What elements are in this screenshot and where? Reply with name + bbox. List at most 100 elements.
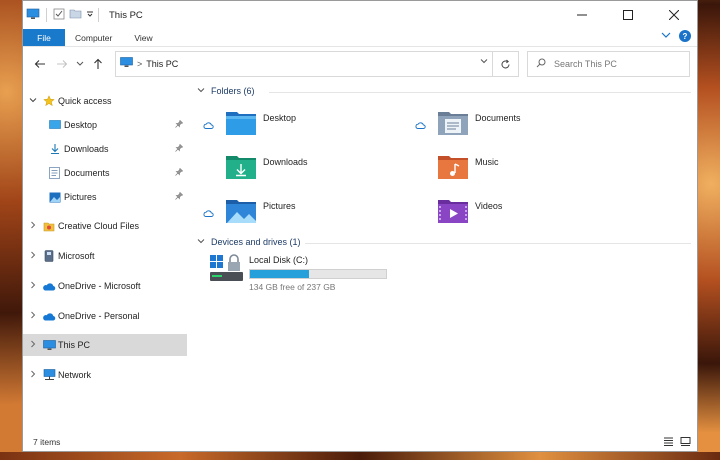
sidebar-item-pictures[interactable]: Pictures	[23, 186, 187, 208]
folder-label: Videos	[475, 201, 503, 211]
sidebar-item-this-pc[interactable]: This PC	[23, 334, 187, 356]
folder-label: Music	[475, 157, 499, 167]
pin-icon	[175, 119, 184, 130]
ribbon-right-controls: ?	[661, 30, 691, 42]
sidebar-item-label: Pictures	[64, 192, 97, 202]
new-folder-icon[interactable]	[69, 8, 82, 22]
folder-tile[interactable]: Desktop	[203, 109, 403, 143]
sidebar-item-label: Documents	[64, 168, 110, 178]
drive-usage-fill	[250, 270, 310, 278]
drive-tile[interactable]: Local Disk (C:) 134 GB free of 237 GB	[209, 253, 409, 293]
breadcrumb-separator[interactable]: >	[137, 59, 142, 69]
minimize-button[interactable]	[559, 1, 605, 29]
desktop-wallpaper-right	[698, 0, 720, 460]
sidebar-item-network[interactable]: Network	[23, 364, 187, 386]
navigation-pane: Quick access Desktop Downloads Documents…	[23, 81, 189, 433]
ribbon-tabs: File Computer View ?	[23, 29, 697, 47]
up-button[interactable]	[87, 53, 109, 75]
sidebar-item-quick-access[interactable]: Quick access	[23, 90, 187, 112]
address-history-dropdown[interactable]	[480, 57, 488, 68]
breadcrumb-this-pc[interactable]: This PC	[146, 59, 178, 69]
sidebar-item-label: Network	[58, 370, 92, 380]
desktop-wallpaper-bottom	[0, 452, 720, 460]
chevron-right-icon[interactable]	[29, 370, 37, 380]
sidebar-item-creative-cloud[interactable]: Creative Cloud Files	[23, 215, 187, 237]
computer-icon	[43, 339, 56, 351]
refresh-button[interactable]	[493, 51, 519, 77]
sidebar-item-documents[interactable]: Documents	[23, 162, 187, 184]
customize-toolbar-icon[interactable]	[86, 9, 94, 22]
sidebar-item-label: This PC	[58, 340, 91, 350]
large-icons-view-icon[interactable]	[680, 436, 691, 449]
star-icon	[43, 95, 55, 107]
drives-group-header[interactable]: Devices and drives (1)	[197, 237, 301, 247]
tab-view[interactable]: View	[123, 29, 163, 46]
forward-button[interactable]	[51, 53, 73, 75]
close-button[interactable]	[651, 1, 697, 29]
group-divider	[269, 92, 691, 93]
music-folder-icon	[437, 153, 469, 184]
sidebar-item-desktop[interactable]: Desktop	[23, 114, 187, 136]
toolbar-separator	[46, 8, 47, 22]
folder-tile[interactable]: Videos	[415, 197, 615, 231]
cloud-sync-icon	[203, 209, 214, 219]
sidebar-item-label: Quick access	[58, 96, 112, 106]
back-button[interactable]	[29, 53, 51, 75]
desktop-folder-icon	[49, 120, 61, 130]
folder-tile[interactable]: Documents	[415, 109, 615, 143]
network-icon	[43, 369, 56, 381]
chevron-right-icon[interactable]	[29, 281, 37, 291]
recent-locations-button[interactable]	[73, 53, 87, 75]
search-input[interactable]: Search This PC	[527, 51, 690, 77]
sidebar-item-downloads[interactable]: Downloads	[23, 138, 187, 160]
address-bar[interactable]: > This PC	[115, 51, 493, 77]
title-separator	[98, 8, 99, 22]
chevron-right-icon[interactable]	[29, 340, 37, 350]
sidebar-item-onedrive-personal[interactable]: OneDrive - Personal	[23, 305, 187, 327]
maximize-button[interactable]	[605, 1, 651, 29]
chevron-right-icon[interactable]	[29, 311, 37, 321]
cloud-sync-icon	[415, 121, 426, 131]
tab-computer[interactable]: Computer	[65, 29, 123, 46]
details-view-icon[interactable]	[663, 436, 674, 449]
pin-icon	[175, 191, 184, 202]
pin-icon	[175, 167, 184, 178]
window-title: This PC	[109, 9, 143, 21]
window-controls	[559, 1, 697, 29]
download-icon	[49, 143, 61, 155]
documents-icon	[49, 167, 60, 179]
chevron-down-icon[interactable]	[197, 237, 205, 247]
sidebar-item-label: OneDrive - Microsoft	[58, 281, 141, 291]
expand-ribbon-icon[interactable]	[661, 31, 671, 42]
tab-file[interactable]: File	[23, 29, 65, 46]
explorer-body: Quick access Desktop Downloads Documents…	[23, 81, 697, 433]
properties-icon[interactable]	[53, 8, 65, 23]
chevron-down-icon[interactable]	[197, 86, 205, 96]
help-icon[interactable]: ?	[679, 30, 691, 42]
desktop-folder-icon	[225, 109, 257, 140]
sidebar-item-label: Desktop	[64, 120, 98, 130]
content-pane: Folders (6) Desktop Documents Downloads …	[189, 81, 697, 433]
computer-icon	[120, 57, 133, 71]
sidebar-item-microsoft[interactable]: Microsoft	[23, 245, 187, 267]
item-count: 7 items	[33, 437, 61, 447]
chevron-down-icon[interactable]	[29, 96, 37, 106]
sidebar-item-onedrive-microsoft[interactable]: OneDrive - Microsoft	[23, 275, 187, 297]
folder-tile[interactable]: Music	[415, 153, 615, 187]
folder-tile[interactable]: Pictures	[203, 197, 403, 231]
drive-free-space: 134 GB free of 237 GB	[249, 282, 336, 292]
pictures-icon	[49, 192, 61, 203]
creative-cloud-icon	[43, 221, 55, 232]
chevron-right-icon[interactable]	[29, 251, 37, 261]
onedrive-icon	[42, 282, 56, 291]
status-bar: 7 items	[23, 433, 697, 451]
folders-group-header[interactable]: Folders (6)	[197, 86, 255, 96]
folder-tile[interactable]: Downloads	[203, 153, 403, 187]
chevron-right-icon[interactable]	[29, 221, 37, 231]
folder-label: Desktop	[263, 113, 297, 123]
videos-folder-icon	[437, 197, 469, 228]
navigation-bar: > This PC Search This PC	[23, 47, 697, 81]
sidebar-item-label: Microsoft	[58, 251, 95, 261]
sidebar-item-label: Creative Cloud Files	[58, 221, 140, 231]
computer-icon[interactable]	[26, 8, 40, 23]
